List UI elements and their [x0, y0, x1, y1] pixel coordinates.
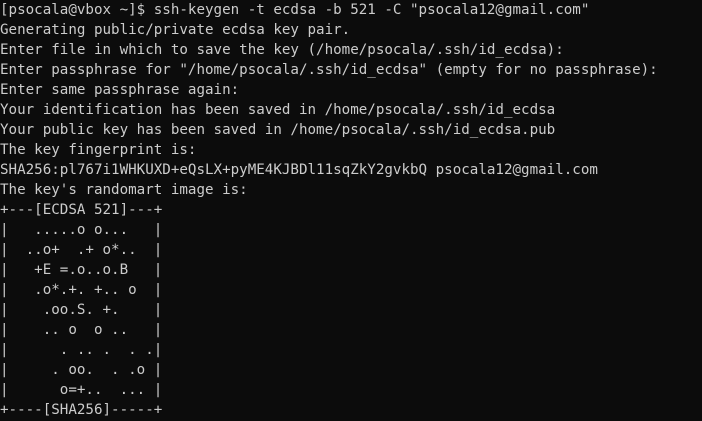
randomart-row: | .. o o .. |	[0, 322, 163, 338]
terminal-window[interactable]: [psocala@vbox ~]$ ssh-keygen -t ecdsa -b…	[0, 0, 702, 421]
command-text: ssh-keygen -t ecdsa -b 521 -C "psocala12…	[153, 2, 590, 18]
randomart-row: | . oo. . .o |	[0, 362, 163, 378]
randomart-row: | o=+.. ... |	[0, 382, 163, 398]
randomart-row: | .oo.S. +. |	[0, 302, 163, 318]
output-line-generating: Generating public/private ecdsa key pair…	[0, 22, 351, 38]
output-line-fingerprint-label: The key fingerprint is:	[0, 142, 197, 158]
output-line-passphrase-again: Enter same passphrase again:	[0, 82, 240, 98]
command-line: [psocala@vbox ~]$ ssh-keygen -t ecdsa -b…	[0, 0, 702, 20]
randomart-row: | . .. . . .|	[0, 342, 163, 358]
randomart-row: | .o*.+. +.. o |	[0, 282, 163, 298]
randomart-row: | +E =.o..o.B |	[0, 262, 163, 278]
output-line-save-file: Enter file in which to save the key (/ho…	[0, 42, 564, 58]
randomart-top-border: +---[ECDSA 521]---+	[0, 202, 163, 218]
output-line-fingerprint-value: SHA256:pl767i1WHKUXD+eQsLX+pyME4KJBDl11s…	[0, 162, 598, 178]
shell-prompt: [psocala@vbox ~]$	[0, 2, 154, 18]
randomart-bottom-border: +----[SHA256]-----+	[0, 402, 163, 418]
randomart-row: | .....o o... |	[0, 222, 163, 238]
output-line-identification-saved: Your identification has been saved in /h…	[0, 102, 556, 118]
output-line-randomart-label: The key's randomart image is:	[0, 182, 248, 198]
output-line-passphrase: Enter passphrase for "/home/psocala/.ssh…	[0, 62, 658, 78]
randomart-row: | ..o+ .+ o*.. |	[0, 242, 163, 258]
output-line-public-key-saved: Your public key has been saved in /home/…	[0, 122, 556, 138]
